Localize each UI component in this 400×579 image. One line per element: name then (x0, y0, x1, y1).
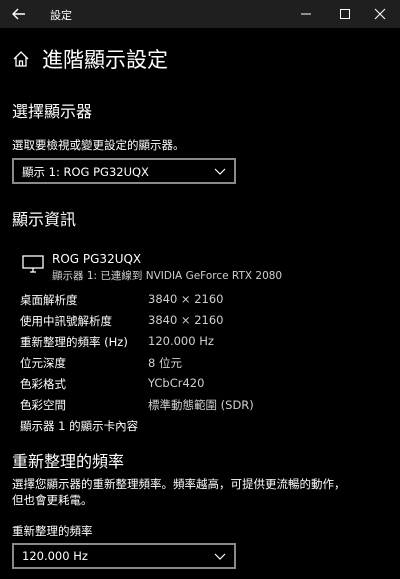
title-bar: 設定 (0, 0, 400, 28)
refresh-description-line1: 選擇您顯示器的重新整理頻率。頻率越高，可提供更流暢的動作， (12, 477, 346, 491)
info-row-label: 使用中訊號解析度 (20, 314, 112, 328)
close-icon[interactable] (370, 4, 390, 24)
info-row-label: 桌面解析度 (20, 293, 78, 307)
info-row-label: 色彩空間 (20, 398, 66, 412)
choose-display-prompt: 選取要檢視或變更設定的顯示器。 (12, 138, 185, 152)
window-title: 設定 (50, 9, 72, 22)
monitor-icon (22, 255, 44, 273)
info-row-label: 色彩格式 (20, 377, 66, 391)
chevron-down-icon (214, 168, 226, 175)
back-arrow-icon[interactable] (8, 4, 30, 24)
info-row-value: 標準動態範圍 (SDR) (148, 398, 254, 412)
info-row-value: 8 位元 (148, 356, 182, 370)
refresh-rate-select[interactable]: 120.000 Hz (12, 543, 236, 569)
display-info-heading: 顯示資訊 (12, 210, 77, 229)
refresh-rate-select-value: 120.000 Hz (22, 549, 88, 563)
refresh-rate-field-label: 重新整理的頻率 (12, 524, 93, 538)
chevron-down-icon (214, 553, 226, 560)
info-row-value: YCbCr420 (148, 376, 205, 390)
display-select[interactable]: 顯示 1: ROG PG32UQX (12, 158, 236, 184)
display-select-value: 顯示 1: ROG PG32UQX (22, 165, 149, 179)
refresh-description-line2: 但也會更耗電。 (12, 493, 93, 507)
home-icon (13, 51, 29, 67)
monitor-name: ROG PG32UQX (52, 252, 142, 266)
refresh-rate-heading: 重新整理的頻率 (12, 452, 125, 471)
info-row-value: 3840 × 2160 (148, 313, 224, 327)
choose-display-heading: 選擇顯示器 (12, 102, 93, 121)
info-row-value: 120.000 Hz (148, 334, 214, 348)
page-title: 進階顯示設定 (42, 48, 168, 72)
monitor-connection: 顯示器 1: 已連線到 NVIDIA GeForce RTX 2080 (52, 270, 283, 282)
adapter-properties-link[interactable]: 顯示器 1 的顯示卡內容 (20, 418, 138, 434)
info-row-label: 重新整理的頻率 (Hz) (20, 335, 128, 349)
maximize-icon[interactable] (335, 4, 355, 24)
minimize-icon[interactable] (296, 4, 316, 24)
info-row-label: 位元深度 (20, 356, 66, 370)
info-row-value: 3840 × 2160 (148, 292, 224, 306)
